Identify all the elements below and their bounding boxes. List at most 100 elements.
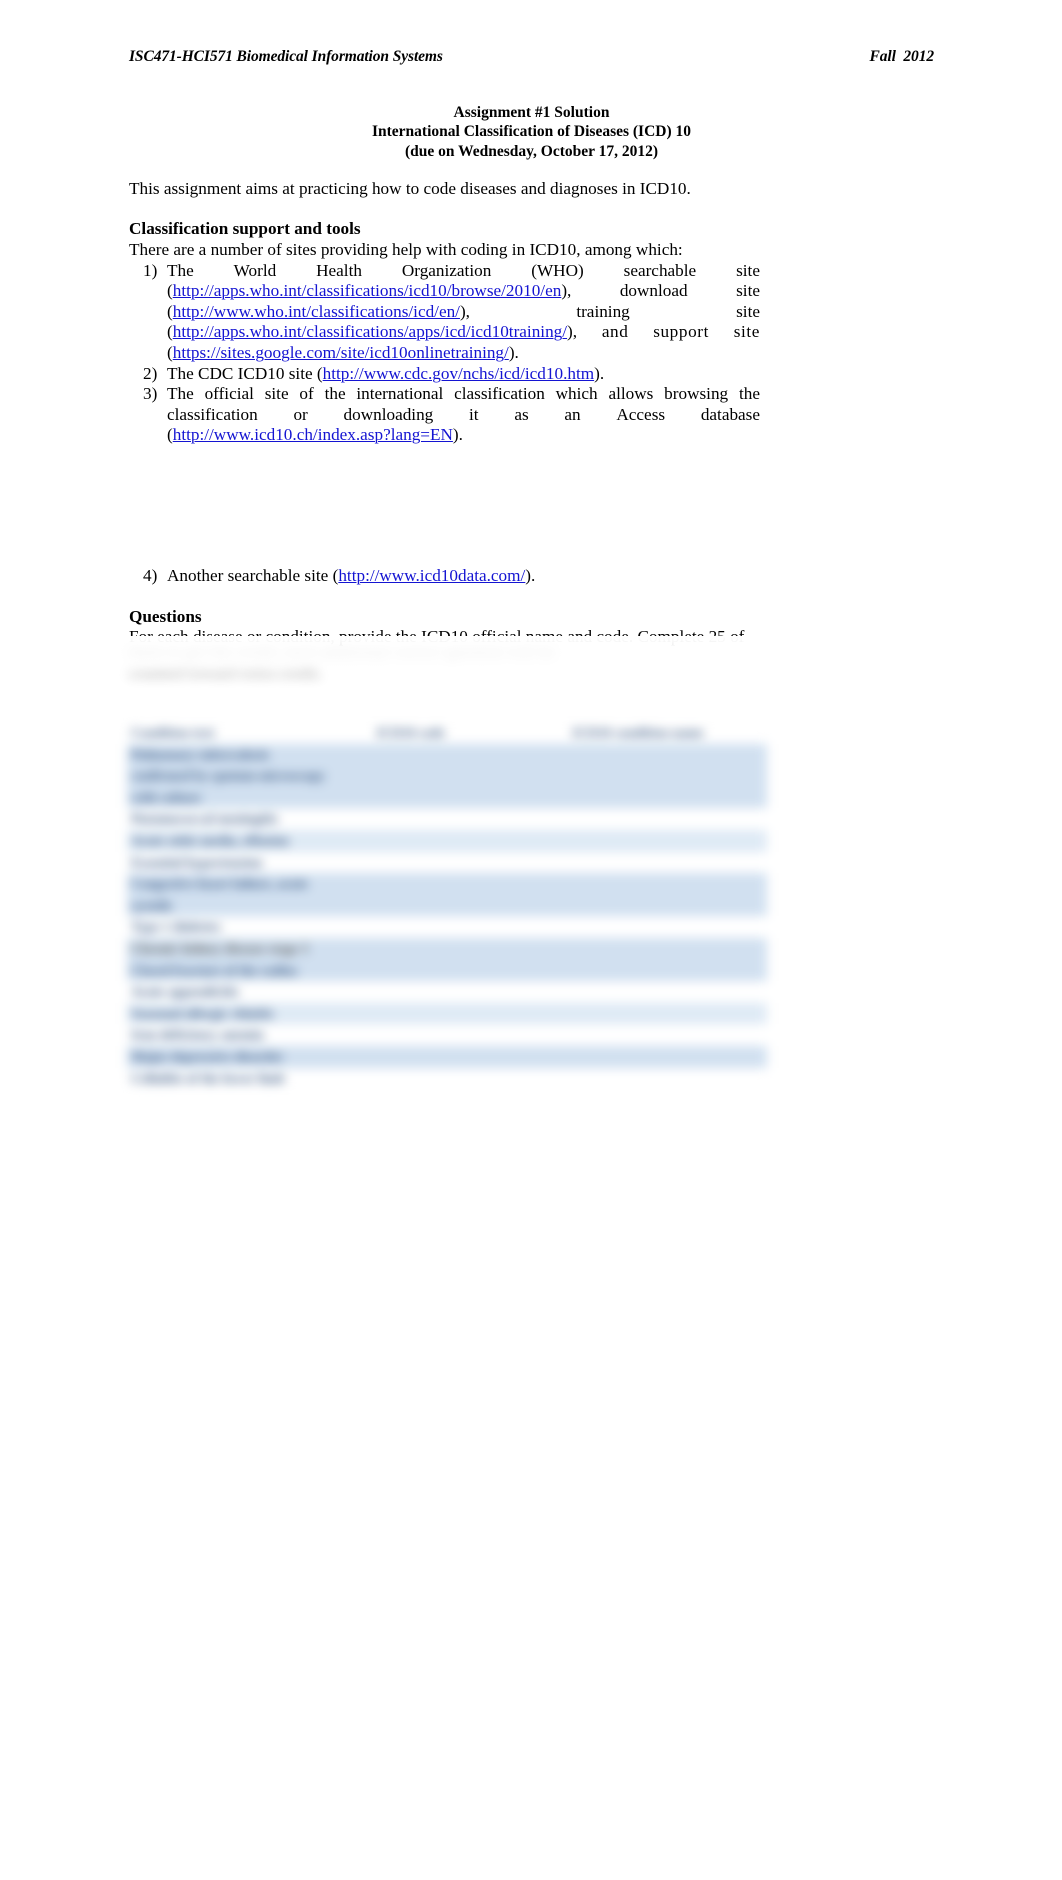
word-the: The [167, 260, 194, 280]
cell-code [372, 808, 569, 830]
word-organization: Organization [401, 260, 492, 280]
table-row: Acute otitis media, effusion [127, 829, 767, 852]
item3-line-2: classification or downloading it as an A… [167, 405, 760, 426]
term-label: Fall 2012 [869, 48, 935, 65]
cell-name [568, 1045, 767, 1068]
title-line-2: International Classification of Diseases… [371, 123, 692, 141]
word-download: download [619, 281, 688, 301]
url-group-5: (http://www.icd10.ch/index.asp?lang=EN). [167, 425, 463, 446]
item4-suffix: ). [525, 565, 536, 585]
table-row: Pneumococcal meningitis [127, 808, 767, 830]
cell-name [568, 829, 767, 852]
course-title: ISC471-HCI571 Biomedical Information Sys… [129, 48, 443, 65]
cell-name [568, 743, 767, 766]
url-group-3: (http://apps.who.int/classifications/app… [167, 322, 577, 343]
word-and: and [601, 322, 629, 342]
answers-table: Condition text ICD10 code ICD10 conditio… [127, 722, 767, 1090]
section-heading-questions: Questions [129, 606, 202, 626]
questions-lead-text: For each disease or condition, provide t… [129, 627, 745, 647]
list-marker-1: 1) [143, 260, 158, 280]
i3-w9: allows [608, 384, 654, 404]
cell-code [372, 743, 569, 766]
cell-condition: Major depressive disorder [127, 1045, 373, 1068]
cell-condition: Acute appendicitis [127, 981, 373, 1003]
col-header-name: ICD10 condition name [568, 722, 767, 744]
table-row: Major depressive disorder [127, 1045, 767, 1068]
table-header-row: Condition text ICD10 code ICD10 conditio… [127, 722, 767, 744]
title-line-3: (due on Wednesday, October 17, 2012) [404, 142, 659, 160]
cell-code [372, 829, 569, 852]
paren-close-4: ). [508, 342, 519, 362]
list-marker-2: 2) [143, 363, 158, 383]
who-icd-link[interactable]: http://www.who.int/classifications/icd/e… [173, 302, 460, 321]
item4-prefix: Another searchable site ( [167, 565, 339, 585]
icd10-ch-link[interactable]: http://www.icd10.ch/index.asp?lang=EN [173, 425, 453, 444]
assignment-title-block: Assignment #1 Solution International Cla… [129, 103, 934, 161]
intro-paragraph: This assignment aims at practicing how t… [129, 179, 691, 198]
col-header-condition: Condition text [127, 722, 373, 744]
i3-w8: which [555, 384, 598, 404]
cell-code [372, 851, 569, 874]
i3-w2: official [204, 384, 254, 404]
word-support: support [653, 322, 709, 342]
col-header-code: ICD10 code [372, 722, 569, 744]
cell-code [372, 1067, 569, 1090]
item2-prefix: The CDC ICD10 site ( [167, 363, 323, 383]
i3-w18: Access [616, 404, 666, 424]
i3-w13: or [293, 404, 308, 424]
word-site-3: site [736, 301, 760, 321]
cell-condition: Iron deficiency anemia [127, 1024, 373, 1046]
i3-w19: database [700, 404, 760, 424]
cdc-icd10-link[interactable]: http://www.cdc.gov/nchs/icd/icd10.htm [323, 364, 594, 383]
cell-condition: Essential hypertension [127, 851, 373, 874]
i3-w7: classification [454, 384, 545, 404]
item3-line-3: (http://www.icd10.ch/index.asp?lang=EN). [167, 425, 760, 446]
i3-w4: of [299, 384, 314, 404]
cell-code [372, 959, 569, 982]
i3-w6: international [356, 384, 444, 404]
cell-name [568, 981, 767, 1003]
cell-name [568, 959, 767, 982]
i3-w11: the [738, 384, 760, 404]
cell-code [372, 894, 569, 917]
running-head: ISC471-HCI571 Biomedical Information Sys… [129, 48, 934, 66]
cell-name [568, 873, 767, 895]
item1-line-1: The World Health Organization (WHO) sear… [167, 261, 760, 282]
cell-code [372, 1024, 569, 1046]
cell-code [372, 765, 569, 787]
paren-close-3: ), [567, 322, 578, 342]
cell-name [568, 786, 767, 809]
cell-condition: Cellulitis of the lower limb [127, 1067, 373, 1090]
table-row: Seasonal allergic rhinitis [127, 1002, 767, 1025]
table-row: Pulmonary tuberculosis [127, 743, 767, 766]
blurred-content: them to get the credit; each additional … [0, 636, 1062, 1176]
item1-line-2: (http://apps.who.int/classifications/icd… [167, 281, 760, 302]
cell-condition: confirmed by sputum microscopy [127, 765, 373, 787]
list-gap [129, 446, 760, 566]
list-item-2: 2) The CDC ICD10 site (http://www.cdc.go… [129, 364, 760, 385]
i3-w14: downloading [343, 404, 434, 424]
who-training-link[interactable]: http://apps.who.int/classifications/apps… [173, 322, 567, 341]
cell-condition: with culture [127, 786, 373, 809]
i3-w5: the [324, 384, 346, 404]
cell-condition: Congestive heart failure, acute [127, 873, 373, 895]
cell-name [568, 1024, 767, 1046]
cell-condition: Closed fracture of the radius [127, 959, 373, 982]
obscured-line-b: counted toward extra credit. [129, 662, 322, 681]
table-row: Iron deficiency anemia [127, 1024, 767, 1046]
who-browse-link[interactable]: http://apps.who.int/classifications/icd1… [173, 281, 562, 300]
table-row: Chronic kidney disease stage 3 [127, 937, 767, 960]
i3-w1: The [167, 384, 194, 404]
url-group-1: (http://apps.who.int/classifications/icd… [167, 281, 571, 302]
list-item-4: 4) Another searchable site (http://www.i… [129, 566, 760, 587]
word-world: World [233, 260, 277, 280]
list-marker-3: 3) [143, 384, 158, 404]
paren-close-2: ), [459, 301, 470, 321]
item1-line-3: (http://www.who.int/classifications/icd/… [167, 302, 760, 323]
cell-condition: Acute otitis media, effusion [127, 829, 373, 852]
document-page: ISC471-HCI571 Biomedical Information Sys… [0, 0, 1062, 1880]
icd10data-link[interactable]: http://www.icd10data.com/ [338, 566, 525, 585]
word-who: (WHO) [531, 260, 584, 280]
cell-condition: Chronic kidney disease stage 3 [127, 937, 373, 960]
google-sites-training-link[interactable]: https://sites.google.com/site/icd10onlin… [173, 343, 509, 362]
